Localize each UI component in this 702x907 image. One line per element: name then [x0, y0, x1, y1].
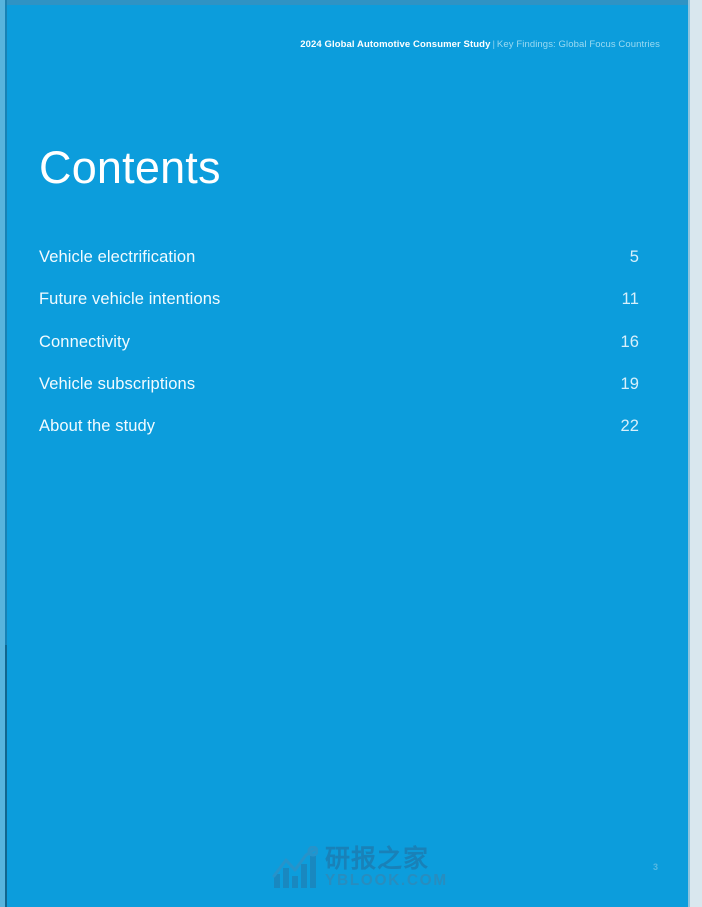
watermark-chinese-text: 研报之家: [325, 844, 430, 873]
toc-entry-label: Vehicle electrification: [39, 248, 196, 266]
page-top-edge-strip: [0, 0, 702, 5]
toc-entry-page-number: 22: [620, 417, 639, 436]
toc-entry-connectivity[interactable]: Connectivity 16: [39, 330, 639, 372]
watermark-text: 研报之家 YBLOOK.COM: [325, 845, 448, 890]
page-title: Contents: [39, 142, 221, 193]
toc-entry-future-vehicle-intentions[interactable]: Future vehicle intentions 11: [39, 287, 639, 329]
toc-entry-vehicle-subscriptions[interactable]: Vehicle subscriptions 19: [39, 372, 639, 414]
page-folio-number: 3: [652, 862, 658, 872]
page-left-rule-lower: [5, 645, 7, 907]
watermark-site-text: YBLOOK.COM: [325, 872, 448, 889]
document-page: 2024 Global Automotive Consumer Study | Ke…: [0, 0, 702, 907]
toc-entry-page-number: 5: [629, 248, 639, 266]
toc-entry-page-number: 16: [620, 332, 639, 351]
toc-entry-vehicle-electrification[interactable]: Vehicle electrification 5: [39, 245, 639, 287]
bar-chart-trend-icon: [272, 845, 318, 888]
page-right-edge: [690, 0, 702, 907]
watermark: 研报之家 YBLOOK.COM: [272, 845, 448, 890]
running-header-subtitle: Key Findings: Global Focus Countries: [496, 39, 660, 50]
running-header: 2024 Global Automotive Consumer Study | Ke…: [40, 38, 660, 51]
table-of-contents: Vehicle electrification 5 Future vehicle…: [39, 245, 639, 456]
toc-entry-page-number: 11: [621, 290, 639, 309]
toc-entry-page-number: 19: [620, 374, 639, 393]
toc-entry-about-the-study[interactable]: About the study 22: [39, 414, 639, 456]
toc-entry-label: About the study: [39, 417, 156, 436]
toc-entry-label: Vehicle subscriptions: [39, 374, 196, 393]
running-header-title: 2024 Global Automotive Consumer Study: [300, 39, 491, 50]
toc-entry-label: Connectivity: [39, 332, 131, 351]
toc-entry-label: Future vehicle intentions: [39, 290, 221, 309]
